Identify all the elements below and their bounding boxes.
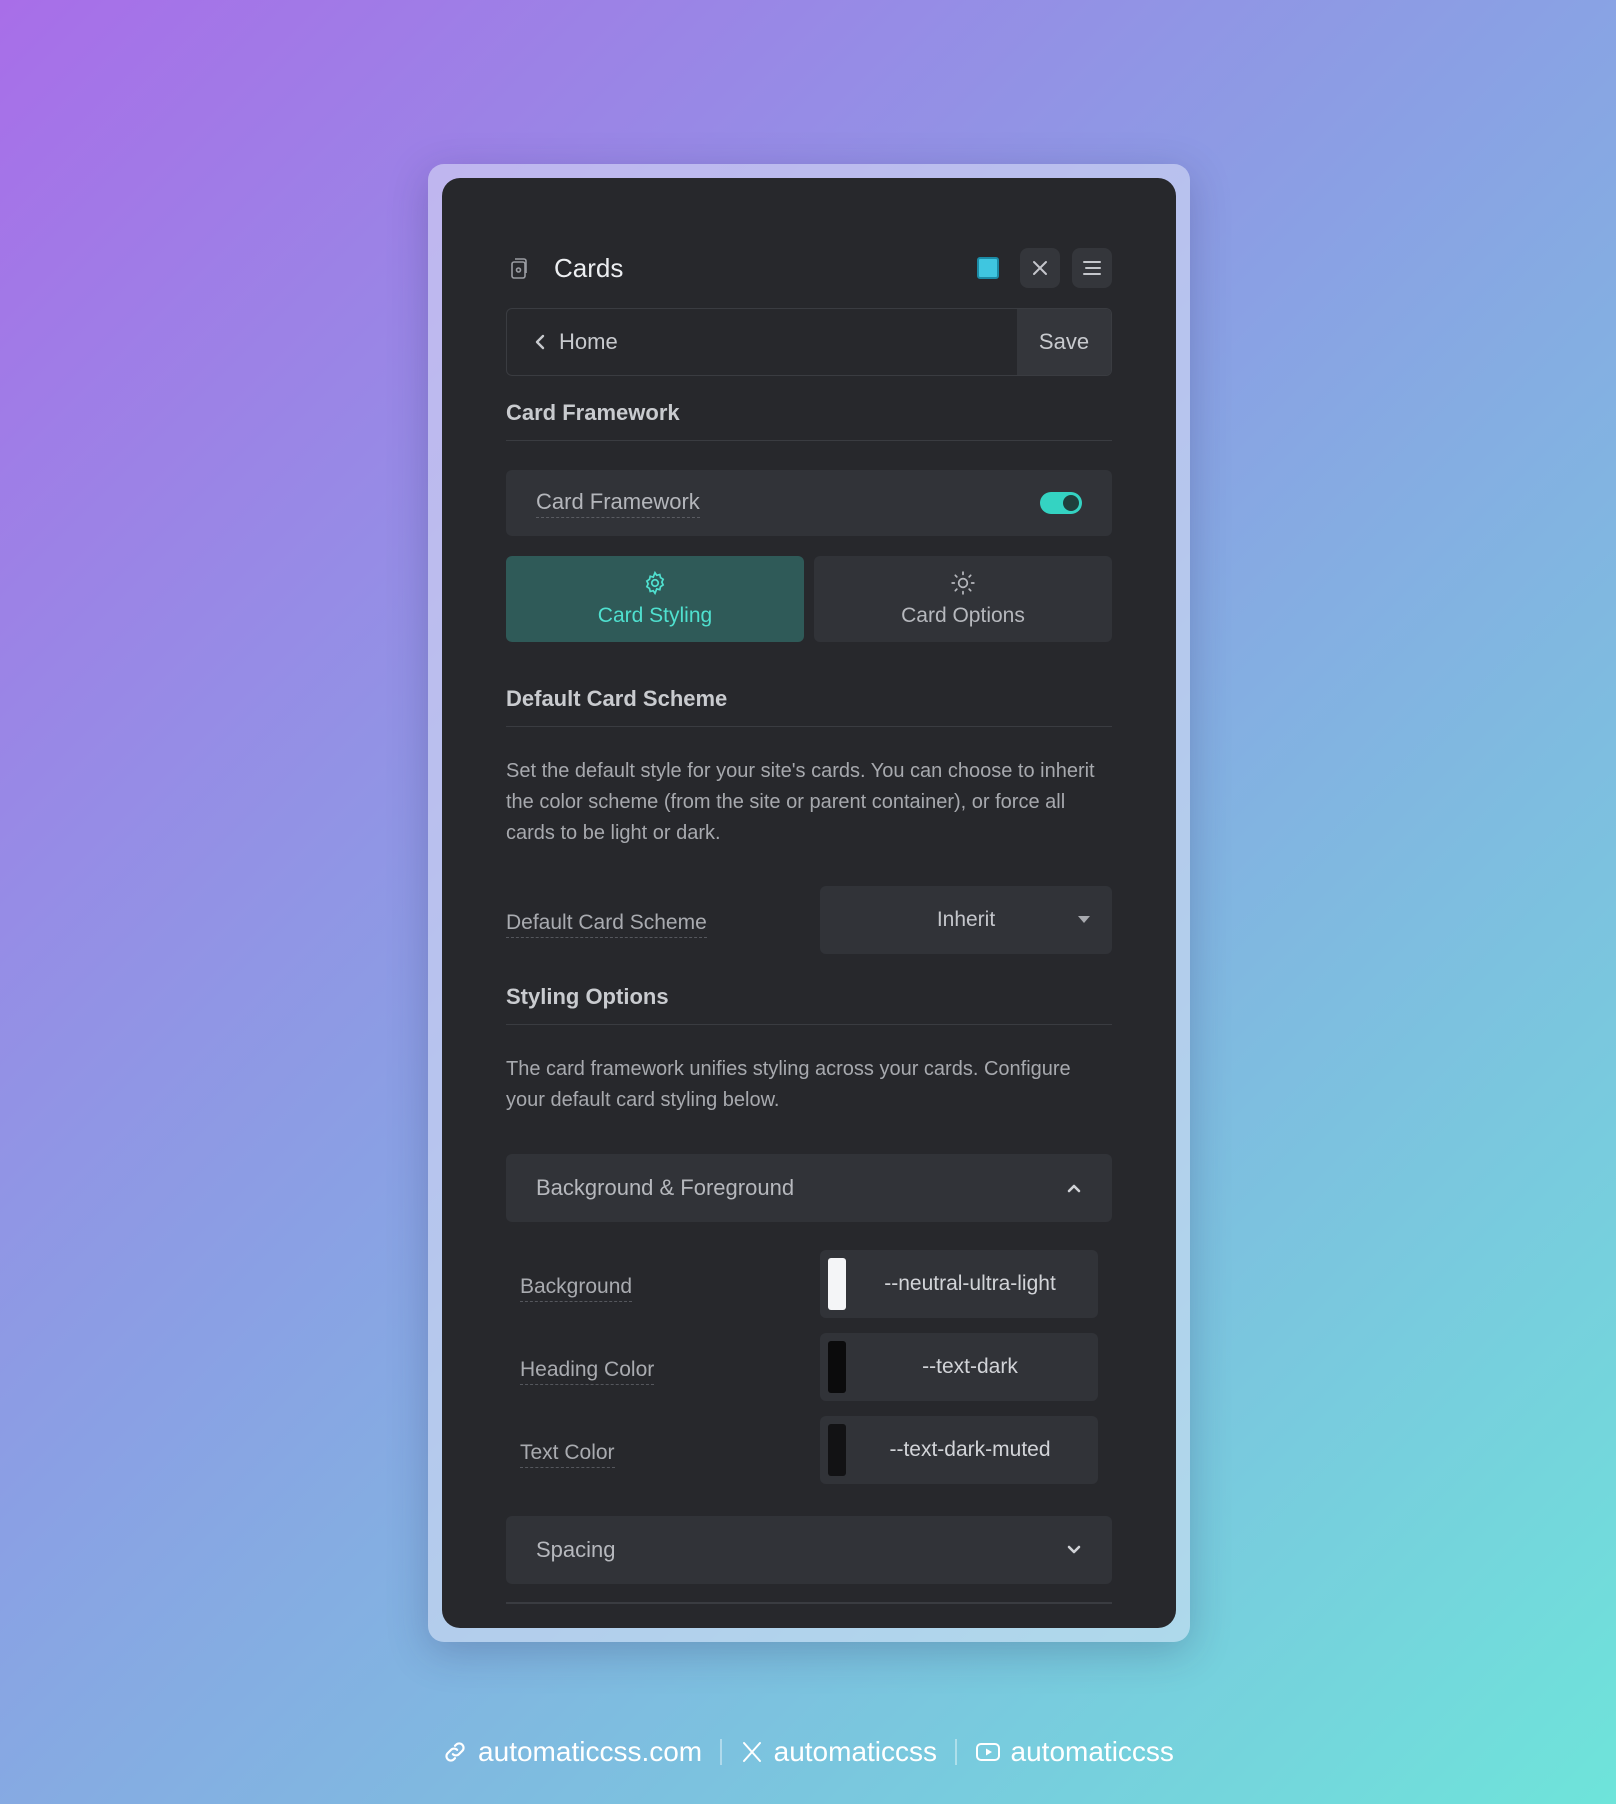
panel-header: Cards <box>506 246 1112 290</box>
sun-icon <box>951 571 975 595</box>
panel-title: Cards <box>554 252 624 283</box>
text-color-field[interactable]: --text-dark-muted <box>820 1416 1098 1484</box>
heading-color-label: Heading Color <box>520 1358 655 1385</box>
gear-icon <box>645 570 665 596</box>
x-link-text: automaticcss <box>773 1736 938 1767</box>
youtube-link-text: automaticcss <box>1010 1736 1174 1767</box>
footer-links: automaticcss.com automaticcss automaticc… <box>0 1736 1616 1768</box>
default-card-scheme-row: Default Card Scheme Inherit <box>506 886 1112 954</box>
header-actions <box>968 248 1112 288</box>
breadcrumb-nav: Home Save <box>506 308 1112 376</box>
heading-color-value: --text-dark <box>922 1355 1018 1378</box>
tab-card-options-label: Card Options <box>901 604 1025 627</box>
youtube-icon <box>975 1743 1000 1761</box>
square-toggle-icon <box>977 257 999 279</box>
cards-icon <box>506 255 532 281</box>
background-color-value: --neutral-ultra-light <box>884 1272 1056 1295</box>
background-color-field[interactable]: --neutral-ultra-light <box>820 1250 1098 1318</box>
cards-panel: Cards Home Save Card Framework Card Fram… <box>442 178 1176 1628</box>
card-framework-label: Card Framework <box>536 489 700 518</box>
tab-card-styling-label: Card Styling <box>597 604 713 627</box>
default-card-scheme-description: Set the default style for your site's ca… <box>506 760 1095 844</box>
chevron-down-icon <box>1066 1545 1082 1555</box>
heading-color-swatch[interactable] <box>828 1341 846 1393</box>
card-framework-heading: Card Framework <box>506 400 1112 441</box>
divider <box>506 1602 1112 1604</box>
background-color-label: Background <box>520 1275 633 1302</box>
website-link[interactable]: automaticcss.com <box>424 1736 720 1768</box>
menu-button[interactable] <box>1072 248 1112 288</box>
default-card-scheme-label: Default Card Scheme <box>506 911 707 938</box>
styling-options-description: The card framework unifies styling acros… <box>506 1058 1071 1111</box>
default-card-scheme-select[interactable]: Inherit <box>820 886 1112 954</box>
chevron-left-icon <box>535 334 545 350</box>
close-button[interactable] <box>1020 248 1060 288</box>
styling-tabs: Card Styling Card Options <box>506 556 1112 642</box>
x-link[interactable]: automaticcss <box>722 1736 955 1768</box>
menu-icon <box>1083 261 1101 275</box>
website-link-text: automaticcss.com <box>478 1736 703 1767</box>
tab-card-options[interactable]: Card Options <box>814 556 1112 642</box>
spacing-accordion[interactable]: Spacing <box>506 1516 1112 1584</box>
card-framework-toggle[interactable] <box>1040 492 1082 514</box>
heading-color-row: Heading Color --text-dark <box>520 1333 1098 1401</box>
styling-options-heading: Styling Options <box>506 984 1112 1025</box>
default-card-scheme-value: Inherit <box>936 908 996 931</box>
default-card-scheme-heading: Default Card Scheme <box>506 686 1112 727</box>
spacing-label: Spacing <box>536 1537 616 1562</box>
home-label: Home <box>559 329 618 354</box>
chevron-up-icon <box>1066 1183 1082 1193</box>
heading-color-field[interactable]: --text-dark <box>820 1333 1098 1401</box>
square-toggle-button[interactable] <box>968 248 1008 288</box>
background-color-swatch[interactable] <box>828 1258 846 1310</box>
text-color-label: Text Color <box>520 1441 615 1468</box>
link-icon <box>445 1742 465 1762</box>
save-button[interactable]: Save <box>1017 309 1111 375</box>
card-framework-row: Card Framework <box>506 470 1112 536</box>
background-color-row: Background --neutral-ultra-light <box>520 1250 1098 1318</box>
home-back-button[interactable]: Home <box>507 309 1017 375</box>
close-icon <box>1033 261 1047 275</box>
text-color-row: Text Color --text-dark-muted <box>520 1416 1098 1484</box>
text-color-swatch[interactable] <box>828 1424 846 1476</box>
background-foreground-accordion[interactable]: Background & Foreground <box>506 1154 1112 1222</box>
text-color-value: --text-dark-muted <box>889 1438 1051 1461</box>
background-foreground-label: Background & Foreground <box>536 1175 795 1200</box>
x-logo-icon <box>742 1742 761 1762</box>
tab-card-styling[interactable]: Card Styling <box>506 556 804 642</box>
youtube-link[interactable]: automaticcss <box>957 1736 1192 1768</box>
caret-down-icon <box>1078 916 1090 923</box>
